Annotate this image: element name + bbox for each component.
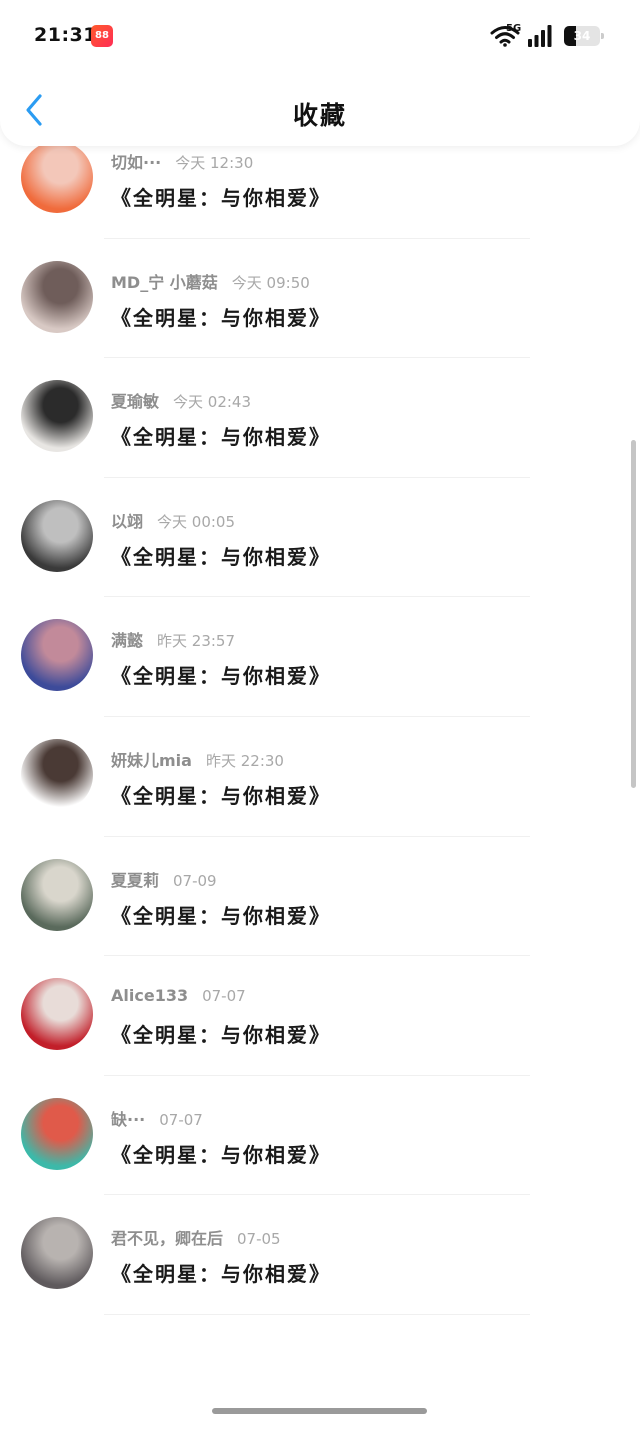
- item-content[interactable]: 《全明星：与你相爱》: [111, 780, 331, 809]
- username[interactable]: 夏瑜敏: [111, 392, 159, 411]
- avatar[interactable]: [21, 260, 93, 333]
- timestamp: 07-05: [237, 1230, 281, 1249]
- timestamp: 今天 00:05: [157, 512, 236, 531]
- avatar[interactable]: [21, 1097, 93, 1170]
- item-content[interactable]: 《全明星：与你相爱》: [111, 1019, 331, 1048]
- item-meta: 以翊 今天 00:05: [111, 508, 235, 532]
- avatar-image: [21, 858, 93, 931]
- username[interactable]: Alice133: [111, 986, 188, 1005]
- item-content[interactable]: 《全明星：与你相爱》: [111, 182, 331, 211]
- status-indicators: 5G 34: [490, 23, 604, 48]
- cellular-signal: 5G: [506, 23, 552, 47]
- list-item[interactable]: 妍妹儿mia 昨天 22:30 《全明星：与你相爱》: [0, 717, 640, 837]
- item-meta: 妍妹儿mia 昨天 22:30: [111, 747, 284, 771]
- item-meta: 夏夏莉 07-09: [111, 867, 217, 891]
- username[interactable]: 满懿: [111, 631, 143, 650]
- avatar-image: [21, 141, 93, 213]
- list-item[interactable]: Alice133 07-07 《全明星：与你相爱》: [0, 956, 640, 1076]
- timestamp: 07-07: [202, 987, 246, 1006]
- item-meta: 君不见，卿在后 07-05: [111, 1225, 281, 1249]
- timestamp: 今天 12:30: [175, 154, 254, 172]
- favorites-screen: 《全明星：与你相爱》切如···今天 12:30《全明星：与你相爱》MD_宁 小蘑…: [0, 0, 640, 1429]
- favorites-list[interactable]: 《全明星：与你相爱》切如···今天 12:30《全明星：与你相爱》MD_宁 小蘑…: [0, 2, 640, 1315]
- network-type: 5G: [506, 23, 522, 34]
- username[interactable]: 君不见，卿在后: [111, 1229, 223, 1248]
- avatar-image: [21, 978, 93, 1051]
- item-content[interactable]: 《全明星：与你相爱》: [111, 1258, 331, 1287]
- item-content[interactable]: 《全明星：与你相爱》: [111, 660, 331, 689]
- app-notification-icon: 88: [91, 25, 113, 47]
- item-content[interactable]: 《全明星：与你相爱》: [111, 1139, 331, 1168]
- signal-bars-icon: [528, 25, 552, 47]
- home-indicator[interactable]: [212, 1408, 427, 1414]
- avatar-image: [21, 499, 93, 572]
- timestamp: 07-09: [173, 871, 217, 890]
- username[interactable]: 妍妹儿mia: [111, 751, 192, 770]
- item-content[interactable]: 《全明星：与你相爱》: [111, 302, 331, 331]
- list-item[interactable]: 缺··· 07-07 《全明星：与你相爱》: [0, 1076, 640, 1196]
- page-title: 收藏: [292, 101, 347, 130]
- item-meta: 夏瑜敏 今天 02:43: [111, 388, 251, 412]
- avatar[interactable]: [21, 738, 93, 811]
- timestamp: 今天 09:50: [231, 273, 310, 292]
- item-content[interactable]: 《全明星：与你相爱》: [111, 421, 331, 450]
- avatar[interactable]: [21, 1217, 93, 1290]
- nav-bar: 收藏: [0, 80, 640, 142]
- item-meta: 满懿 昨天 23:57: [111, 627, 235, 651]
- avatar[interactable]: [21, 499, 93, 572]
- item-meta: Alice133 07-07: [111, 986, 246, 1005]
- item-content[interactable]: 《全明星：与你相爱》: [111, 900, 331, 929]
- timestamp: 今天 02:43: [173, 393, 252, 412]
- list-item[interactable]: MD_宁 小蘑菇 今天 09:50 《全明星：与你相爱》: [0, 239, 640, 359]
- avatar[interactable]: [21, 858, 93, 931]
- avatar[interactable]: [21, 380, 93, 453]
- status-time: 21:31: [34, 24, 97, 46]
- timestamp: 昨天 23:57: [157, 632, 236, 651]
- avatar-image: [21, 260, 93, 333]
- list-item[interactable]: 夏夏莉 07-09 《全明星：与你相爱》: [0, 837, 640, 957]
- item-content[interactable]: 《全明星：与你相爱》: [111, 541, 331, 570]
- divider: [104, 1313, 530, 1315]
- avatar-image: [21, 1217, 93, 1290]
- battery-tip: [601, 33, 604, 39]
- battery-level: 34: [573, 29, 591, 43]
- item-meta: 切如··· 今天 12:30: [111, 149, 253, 173]
- item-meta: 缺··· 07-07: [111, 1106, 203, 1130]
- avatar[interactable]: [21, 619, 93, 692]
- username[interactable]: 夏夏莉: [111, 871, 159, 890]
- list-item[interactable]: 以翊 今天 00:05 《全明星：与你相爱》: [0, 478, 640, 598]
- list-item[interactable]: 夏瑜敏 今天 02:43 《全明星：与你相爱》: [0, 358, 640, 478]
- avatar[interactable]: [21, 978, 93, 1051]
- status-bar: 21:31 88 5G 34: [0, 0, 640, 72]
- username[interactable]: 以翊: [111, 512, 143, 531]
- avatar-image: [21, 619, 93, 692]
- list-item[interactable]: 满懿 昨天 23:57 《全明星：与你相爱》: [0, 597, 640, 717]
- avatar[interactable]: [21, 141, 93, 213]
- avatar-image: [21, 738, 93, 811]
- avatar-image: [21, 1097, 93, 1170]
- battery-icon: 34: [564, 26, 604, 46]
- username[interactable]: MD_宁 小蘑菇: [111, 273, 218, 292]
- timestamp: 07-07: [159, 1110, 203, 1129]
- avatar-image: [21, 380, 93, 453]
- header: 21:31 88 5G 34 收藏: [0, 0, 640, 146]
- scrollbar[interactable]: [631, 440, 636, 788]
- timestamp: 昨天 22:30: [205, 751, 284, 770]
- list-item[interactable]: 君不见，卿在后 07-05 《全明星：与你相爱》: [0, 1195, 640, 1315]
- username[interactable]: 切如···: [111, 153, 161, 172]
- username[interactable]: 缺···: [111, 1110, 145, 1129]
- item-meta: MD_宁 小蘑菇 今天 09:50: [111, 269, 310, 293]
